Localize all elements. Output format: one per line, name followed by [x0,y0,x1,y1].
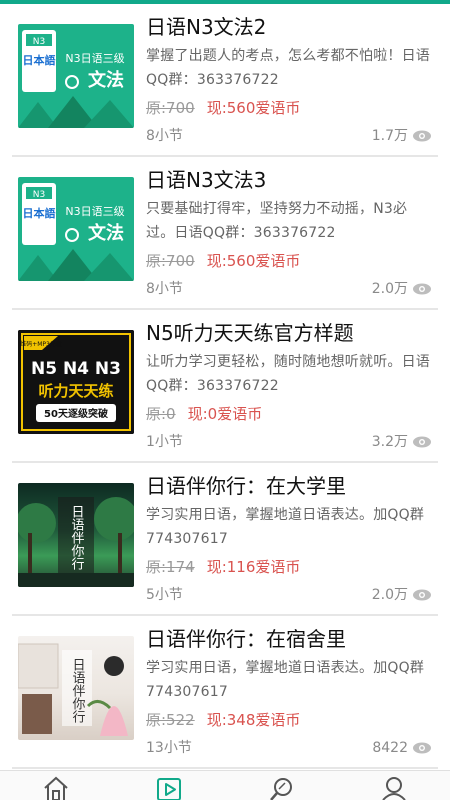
thumb-book-text: 日本語 [23,53,56,67]
search-icon [270,778,293,800]
course-description: 让听力学习更轻松，随时随地想听就听。日语QQ群：363376722 [146,354,430,394]
view-count: 1.7万 [371,128,408,144]
course-stats: 8小节 2.0万 [146,276,432,302]
course-thumbnail: 日语伴你行 [18,483,134,587]
tab-search[interactable] [261,772,301,800]
course-title[interactable]: N5听力天天练官方样题 [146,316,432,350]
price-row: 原:0 现:0爱语币 [146,401,432,427]
svg-text:N3: N3 [33,37,45,47]
svg-text:N3: N3 [33,190,45,200]
thumb-badge-text: 二维码+MP3光盘 [18,340,62,348]
original-price: 原:700 [146,99,195,117]
current-price: 现:348爱语币 [206,711,301,729]
course-description: 掌握了出题人的考点，怎么考都不怕啦！日语QQ群：363376722 [146,48,430,88]
original-price: 原:174 [146,558,195,576]
price-row: 原:174 现:116爱语币 [146,554,432,580]
course-description: 学习实用日语，掌握地道日语表达。加QQ群774307617 [146,660,425,700]
view-count-group: 1.7万 [372,123,432,149]
course-title[interactable]: 日语N3文法3 [146,163,432,197]
thumb-book-text: 日本語 [23,206,56,220]
course-stats: 5小节 2.0万 [146,582,432,608]
eye-icon [413,130,431,142]
original-price: 原:700 [146,252,195,270]
course-title[interactable]: 日语伴你行：在大学里 [146,469,432,503]
original-price: 原:522 [146,711,195,729]
view-count: 2.0万 [371,587,408,603]
course-stats: 1小节 3.2万 [146,429,432,455]
tab-home[interactable] [36,772,76,800]
course-description: 只要基础打得牢，坚持努力不动摇，N3必过。日语QQ群：363376722 [146,201,408,241]
course-item[interactable]: N3 日本語 N3日语三级 文法 日语N3文法3 只要基础打得牢，坚持努力不动摇… [12,157,438,310]
section-count: 13小节 [146,740,192,756]
view-count-group: 8422 [372,735,432,761]
price-row: 原:522 现:348爱语币 [146,707,432,733]
course-thumbnail: 二维码+MP3光盘 N5 N4 N3 听力天天练 50天逐级突破 [18,330,134,434]
bottom-tab-bar [0,770,450,800]
section-count: 1小节 [146,434,183,450]
current-price: 现:0爱语币 [187,405,263,423]
eye-icon [413,436,431,448]
view-count: 3.2万 [371,434,408,450]
thumb-top-text: N3日语三级 [65,52,124,65]
current-price: 现:116爱语币 [206,558,301,576]
price-row: 原:700 现:560爱语币 [146,248,432,274]
eye-icon [413,589,431,601]
course-title[interactable]: 日语伴你行：在宿舍里 [146,622,432,656]
user-icon [382,777,406,800]
course-item[interactable]: 日语伴你行 日语伴你行：在宿舍里 学习实用日语，掌握地道日语表达。加QQ群774… [12,616,438,769]
tab-profile[interactable] [374,772,414,800]
section-count: 8小节 [146,128,183,144]
thumb-top-text: N3日语三级 [65,205,124,218]
course-stats: 8小节 1.7万 [146,123,432,149]
view-count: 8422 [372,740,408,756]
view-count-group: 3.2万 [372,429,432,455]
view-count-group: 2.0万 [372,276,432,302]
course-item[interactable]: 日语伴你行 日语伴你行：在大学里 学习实用日语，掌握地道日语表达。加QQ群774… [12,463,438,616]
play-video-icon [156,778,181,800]
course-thumbnail: 日语伴你行 [18,636,134,740]
thumb-vertical-text: 日语伴你行 [70,658,86,724]
eye-icon [413,283,431,295]
current-price: 现:560爱语币 [206,99,301,117]
current-price: 现:560爱语币 [206,252,301,270]
thumb-main-text: 文法 [88,69,124,91]
course-thumbnail: N3 日本語 N3日语三级 文法 [18,177,134,281]
view-count-group: 2.0万 [372,582,432,608]
original-price: 原:0 [146,405,176,423]
thumb-main-text: 文法 [88,222,124,244]
section-count: 8小节 [146,281,183,297]
view-count: 2.0万 [371,281,408,297]
eye-icon [413,742,431,754]
thumb-main-text: 听力天天练 [38,382,113,400]
course-item[interactable]: 二维码+MP3光盘 N5 N4 N3 听力天天练 50天逐级突破 N5听力天天练… [12,310,438,463]
thumb-vertical-text: 日语伴你行 [69,505,85,571]
course-item[interactable]: N3 日本語 N3日语三级 文法 日语N3文法2 掌握了出题人的考点，怎么考都不… [12,4,438,157]
tab-courses[interactable] [149,772,189,800]
section-count: 5小节 [146,587,183,603]
course-description: 学习实用日语，掌握地道日语表达。加QQ群774307617 [146,507,425,547]
home-icon [44,776,68,800]
course-thumbnail: N3 日本語 N3日语三级 文法 [18,24,134,128]
course-stats: 13小节 8422 [146,735,432,761]
thumb-sub-text: 50天逐级突破 [44,407,108,420]
price-row: 原:700 现:560爱语币 [146,95,432,121]
course-list: N3 日本語 N3日语三级 文法 日语N3文法2 掌握了出题人的考点，怎么考都不… [0,4,450,769]
thumb-levels-text: N5 N4 N3 [31,359,121,379]
course-title[interactable]: 日语N3文法2 [146,10,432,44]
